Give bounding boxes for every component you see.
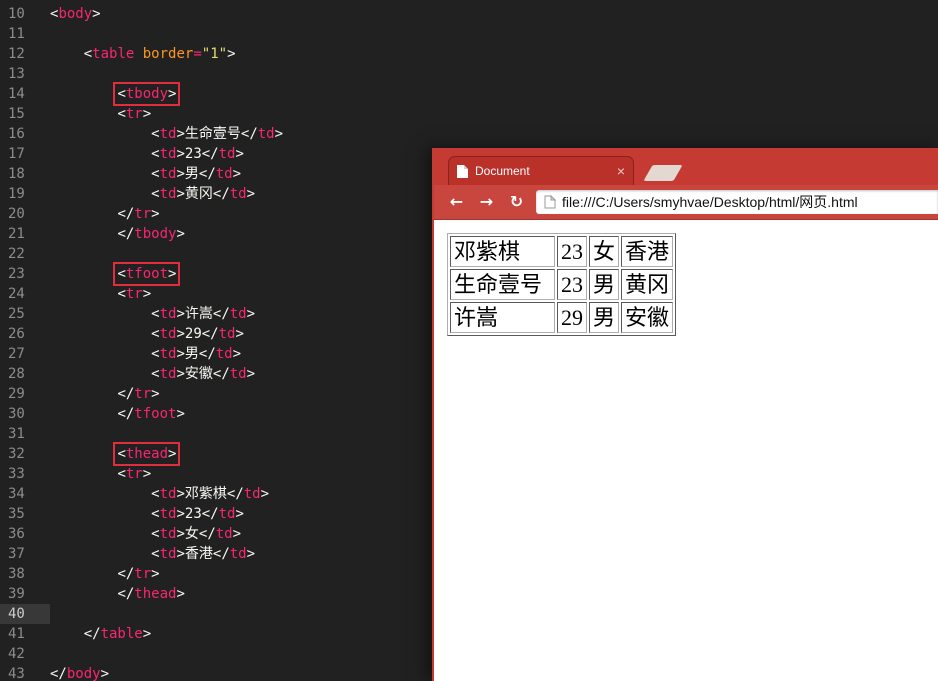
line-number: 10	[8, 6, 25, 22]
line-number: 14	[8, 86, 25, 102]
line-number: 17	[8, 146, 25, 162]
table-cell: 许嵩	[450, 302, 555, 333]
line-number: 23	[8, 266, 25, 282]
table-cell: 23	[557, 269, 587, 300]
line-number: 31	[8, 426, 25, 442]
tab-close-icon[interactable]: ×	[617, 164, 625, 178]
line-number: 18	[8, 166, 25, 182]
document-icon	[457, 164, 468, 178]
url-text: file:///C:/Users/smyhvae/Desktop/html/网页…	[562, 194, 858, 210]
line-number: 16	[8, 126, 25, 142]
line-number: 35	[8, 506, 25, 522]
browser-titlebar: Document ×	[434, 148, 938, 185]
line-number: 27	[8, 346, 25, 362]
line-number: 36	[8, 526, 25, 542]
line-number: 24	[8, 286, 25, 302]
line-number: 32	[8, 446, 25, 462]
code-line-14[interactable]: 14 <tbody>	[0, 82, 938, 106]
screenshot-root: 10 <body> 11 12 <table border="1"> 13 14 <tbo…	[0, 0, 938, 681]
table-cell: 生命壹号	[450, 269, 555, 300]
table-cell: 邓紫棋	[450, 236, 555, 267]
page-icon	[544, 195, 556, 209]
line-number: 26	[8, 326, 25, 342]
tab-title: Document	[475, 164, 530, 178]
line-number: 33	[8, 466, 25, 482]
table-cell: 23	[557, 236, 587, 267]
code-line-10[interactable]: 10 <body>	[0, 4, 938, 24]
code-text: <body>	[50, 6, 101, 22]
annotation-box: <thead>	[113, 442, 181, 466]
back-icon[interactable]: ←	[446, 194, 467, 210]
annotation-box: <tbody>	[113, 82, 181, 106]
code-line-13[interactable]: 13	[0, 64, 938, 84]
line-number: 38	[8, 566, 25, 582]
table-cell: 男	[589, 302, 620, 333]
code-line-16[interactable]: 16 <td>生命壹号</td>	[0, 124, 938, 144]
table-cell: 29	[557, 302, 587, 333]
line-number: 43	[8, 666, 25, 681]
code-text: <tr>	[117, 106, 152, 122]
table-cell: 黄冈	[621, 269, 674, 300]
line-number: 40	[0, 604, 50, 624]
browser-window: Document × ← → ↻ file:///C:/Users/smyhva…	[432, 148, 938, 681]
refresh-icon[interactable]: ↻	[506, 194, 527, 210]
page-content: 邓紫棋 23 女香港 生命壹号 23 男黄冈 许嵩 29 男安徽	[434, 220, 938, 681]
table-row: 邓紫棋 23 女香港	[450, 236, 674, 267]
line-number: 29	[8, 386, 25, 402]
line-number: 28	[8, 366, 25, 382]
line-number: 37	[8, 546, 25, 562]
line-number: 13	[8, 66, 25, 82]
forward-icon[interactable]: →	[476, 194, 497, 210]
line-number: 25	[8, 306, 25, 322]
line-number: 12	[8, 46, 25, 62]
table-cell: 安徽	[621, 302, 674, 333]
code-line-15[interactable]: 15 <tr>	[0, 104, 938, 124]
code-text: <table border="1">	[83, 46, 236, 62]
table-row: 许嵩 29 男安徽	[450, 302, 674, 333]
browser-tab[interactable]: Document ×	[448, 156, 634, 185]
line-number: 39	[8, 586, 25, 602]
browser-toolbar: ← → ↻ file:///C:/Users/smyhvae/Desktop/h…	[434, 185, 938, 220]
code-text: <tbody>	[50, 82, 938, 106]
code-text: <td>生命壹号</td>	[151, 126, 284, 142]
line-number: 11	[8, 26, 25, 42]
line-number: 22	[8, 246, 25, 262]
code-line-11[interactable]: 11	[0, 24, 938, 44]
table-cell: 女	[589, 236, 620, 267]
code-line-12[interactable]: 12 <table border="1">	[0, 44, 938, 64]
table-cell: 男	[589, 269, 620, 300]
table-cell: 香港	[621, 236, 674, 267]
rendered-table: 邓紫棋 23 女香港 生命壹号 23 男黄冈 许嵩 29 男安徽	[447, 233, 677, 336]
annotation-box: <tfoot>	[113, 262, 181, 286]
line-number: 34	[8, 486, 25, 502]
line-number: 30	[8, 406, 25, 422]
line-number: 42	[8, 646, 25, 662]
line-number: 41	[8, 626, 25, 642]
address-bar[interactable]: file:///C:/Users/smyhvae/Desktop/html/网页…	[536, 190, 938, 214]
table-row: 生命壹号 23 男黄冈	[450, 269, 674, 300]
line-number: 21	[8, 226, 25, 242]
line-number: 20	[8, 206, 25, 222]
new-tab-button[interactable]	[643, 165, 683, 181]
line-number: 15	[8, 106, 25, 122]
line-number: 19	[8, 186, 25, 202]
